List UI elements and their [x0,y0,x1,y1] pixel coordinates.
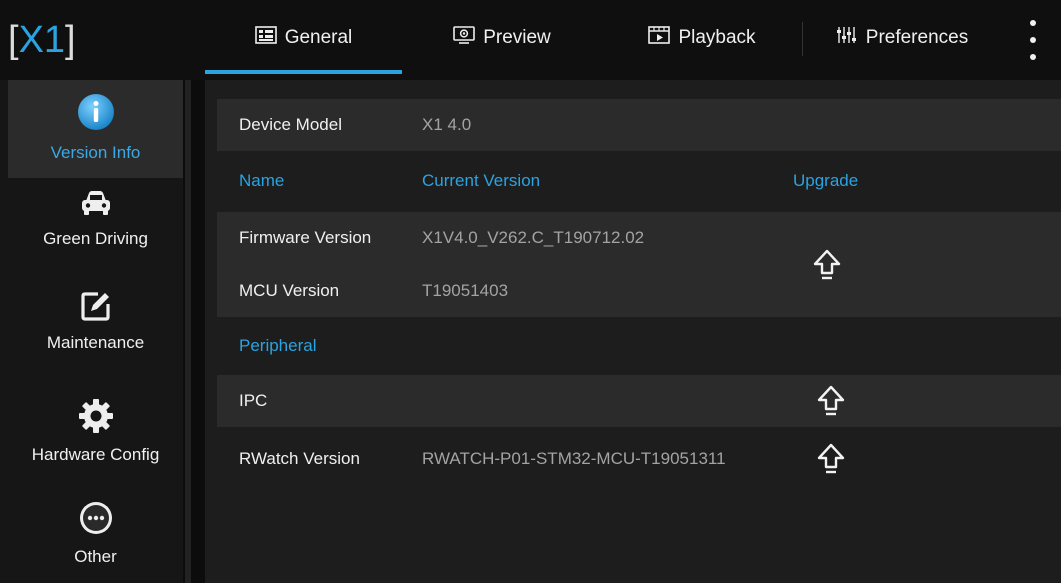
more-menu-icon[interactable] [1018,20,1048,60]
edit-icon [80,290,112,327]
upload-arrow-icon [817,443,845,474]
car-icon [79,188,113,223]
sidebar-scrollbar[interactable] [183,80,205,583]
peripheral-header: Peripheral [217,320,1061,372]
sidebar: Version Info Green Driving Maintenance H… [0,80,183,583]
upgrade-ipc-button[interactable] [817,375,845,427]
upgrade-firmware-button[interactable] [813,212,841,317]
tab-playback-label: Playback [678,27,756,48]
gear-icon [78,398,114,439]
header-upgrade: Upgrade [793,171,859,190]
sidebar-item-label: Green Driving [43,229,148,248]
tab-general[interactable]: General [205,0,402,76]
firmware-group: Firmware Version X1V4.0_V262.C_T190712.0… [217,212,1061,317]
tab-preferences[interactable]: Preferences [802,0,1002,76]
firmware-version-value: X1V4.0_V262.C_T190712.02 [422,228,645,247]
general-icon [254,26,277,50]
device-model-row: Device Model X1 4.0 [217,99,1061,151]
firmware-version-label: Firmware Version [239,228,372,247]
tab-general-label: General [284,27,353,48]
sidebar-item-green-driving[interactable]: Green Driving [8,188,183,280]
sidebar-item-other[interactable]: Other [8,500,183,583]
top-bar: [X1] General Preview Playback Preference… [0,0,1061,80]
header-name: Name [239,171,285,190]
playback-icon [648,26,671,50]
sidebar-item-version-info[interactable]: Version Info [8,80,183,178]
active-tab-indicator [205,70,402,74]
header-current-version: Current Version [422,171,541,190]
app-logo: [X1] [8,19,76,61]
rwatch-version-label: RWatch Version [239,449,360,468]
version-info-panel: Device Model X1 4.0 Name Current Version… [205,80,1061,583]
upload-arrow-icon [813,249,841,279]
sidebar-item-label: Version Info [50,143,141,162]
sidebar-item-label: Maintenance [46,333,145,352]
sidebar-item-hardware-config[interactable]: Hardware Config [8,398,183,488]
upgrade-rwatch-button[interactable] [817,433,845,485]
ipc-label: IPC [239,391,268,410]
peripheral-label: Peripheral [239,336,317,355]
sidebar-item-label: Hardware Config [31,445,160,464]
tab-playback[interactable]: Playback [602,0,802,76]
mcu-version-label: MCU Version [239,281,340,300]
tab-preview[interactable]: Preview [402,0,602,76]
rwatch-version-value: RWATCH-P01-STM32-MCU-T19051311 [422,449,726,468]
mcu-version-value: T19051403 [422,281,509,300]
sidebar-item-label: Other [74,547,117,566]
sidebar-item-maintenance[interactable]: Maintenance [8,290,183,382]
preview-icon [453,26,476,50]
more-icon [78,500,114,541]
upload-arrow-icon [817,385,845,416]
info-icon [76,92,116,137]
device-model-label: Device Model [239,115,342,134]
ipc-row: IPC [217,375,1061,427]
tab-preferences-label: Preferences [865,27,969,48]
tab-preview-label: Preview [483,27,551,48]
table-header: Name Current Version Upgrade [217,155,1061,207]
device-model-value: X1 4.0 [422,115,472,134]
rwatch-row: RWatch Version RWATCH-P01-STM32-MCU-T190… [217,433,1061,485]
preferences-icon [836,26,858,50]
